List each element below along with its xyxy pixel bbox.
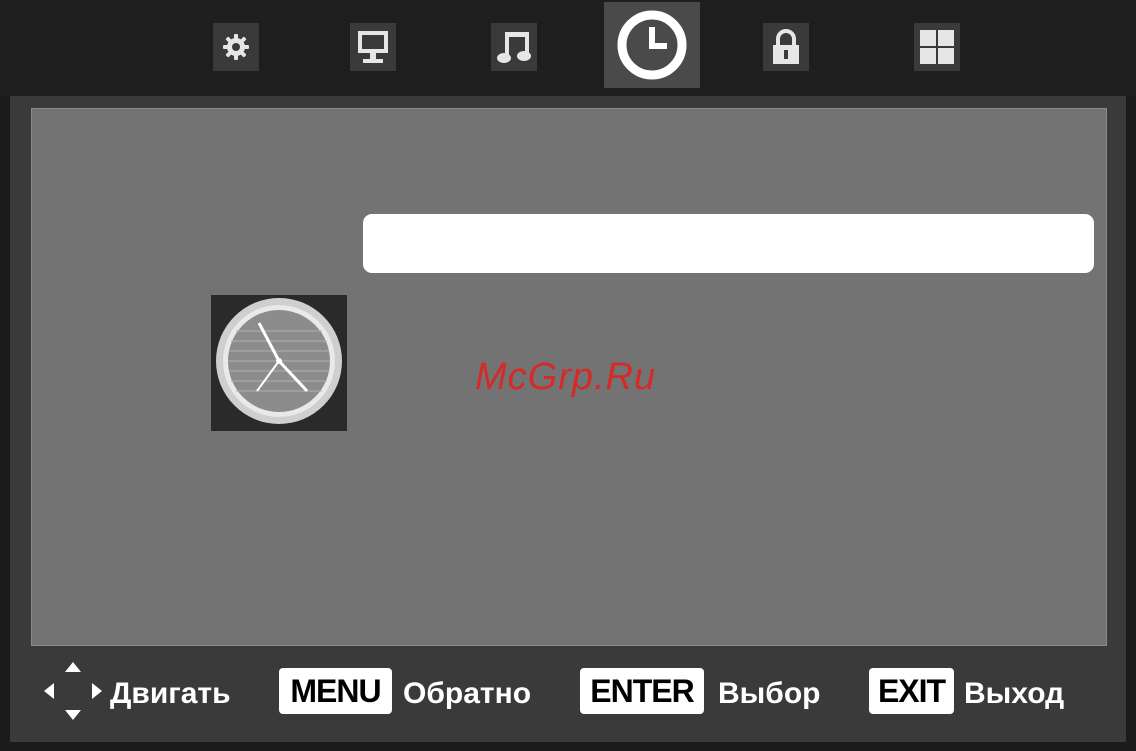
enter-key[interactable]: ENTER xyxy=(580,668,704,714)
selected-menu-item[interactable] xyxy=(363,214,1094,273)
tab-lock[interactable] xyxy=(763,23,809,71)
tab-setup[interactable] xyxy=(914,23,960,71)
analog-clock-icon xyxy=(216,298,342,424)
music-note-icon xyxy=(497,32,531,63)
gear-icon xyxy=(223,34,249,60)
exit-key[interactable]: EXIT xyxy=(869,668,954,714)
tab-sound[interactable] xyxy=(491,23,537,71)
tab-settings[interactable] xyxy=(213,23,259,71)
menu-tab-bar xyxy=(0,0,1136,96)
exit-hint-label: Выход xyxy=(964,677,1065,710)
footer-hints: Двигать MENU Обратно ENTER Выбор EXIT Вы… xyxy=(0,660,1136,728)
enter-hint-label: Выбор xyxy=(718,677,821,710)
tab-picture[interactable] xyxy=(350,23,396,71)
clock-icon xyxy=(617,10,687,80)
watermark: McGrp.Ru xyxy=(475,356,657,398)
monitor-icon xyxy=(358,31,388,63)
grid-icon xyxy=(920,30,954,64)
menu-key[interactable]: MENU xyxy=(279,668,392,714)
move-hint-label: Двигать xyxy=(110,677,231,710)
tab-time[interactable] xyxy=(604,2,700,88)
menu-hint-label: Обратно xyxy=(403,677,532,710)
navigation-arrows-icon xyxy=(44,662,102,720)
section-image xyxy=(211,295,347,431)
lock-icon xyxy=(773,29,799,64)
